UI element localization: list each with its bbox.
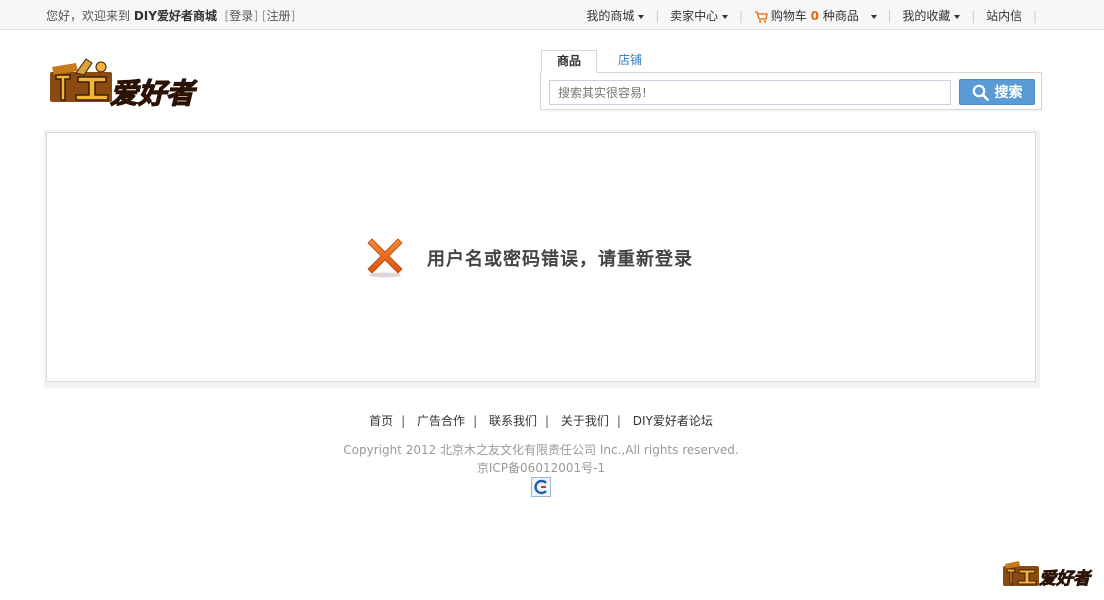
register-link[interactable]: 注册 (267, 9, 291, 23)
search-input[interactable] (549, 80, 951, 105)
footer-link-home[interactable]: 首页 (369, 414, 393, 428)
search-area: 商品 店铺 搜索 (540, 50, 1042, 110)
favorites-menu[interactable]: 我的收藏 (902, 7, 961, 24)
cart-count: 0 (810, 9, 820, 23)
search-button[interactable]: 搜索 (959, 79, 1035, 105)
corner-logo: 爱好者 (1003, 561, 1093, 589)
verification-badge-icon[interactable] (531, 477, 551, 497)
footer-nav: 首页 | 广告合作 | 联系我们 | 关于我们 | DIY爱好者论坛 (369, 414, 713, 428)
chevron-down-icon (722, 14, 729, 19)
chevron-down-icon (870, 14, 877, 19)
welcome-area: 您好，欢迎来到 DIY爱好者商城 [登录] [注册] (46, 9, 296, 23)
seller-center-menu[interactable]: 卖家中心 (670, 7, 729, 24)
svg-text:爱好者: 爱好者 (1039, 569, 1093, 589)
error-x-icon (367, 238, 403, 278)
footer-link-contact[interactable]: 联系我们 (489, 414, 537, 428)
messages-link[interactable]: 站内信 (986, 7, 1022, 24)
tab-products[interactable]: 商品 (541, 50, 597, 73)
icp-number[interactable]: 京ICP备06012001号-1 (0, 459, 1082, 476)
cart-icon (754, 10, 768, 23)
site-logo[interactable]: 爱好者 (46, 55, 216, 113)
my-mall-menu[interactable]: 我的商城 (586, 7, 645, 24)
copyright-text: Copyright 2012 北京木之友文化有限责任公司 Inc.,All ri… (343, 443, 739, 457)
search-icon (972, 84, 989, 101)
search-box: 搜索 (540, 72, 1042, 110)
logo-mark (50, 58, 112, 102)
footer-link-forum[interactable]: DIY爱好者论坛 (633, 414, 713, 428)
logo-text: 爱好者 (110, 77, 198, 110)
user-nav: 我的商城 | 卖家中心 | 购物车 0 种商品 | 我的收藏 | 站内信 | (586, 7, 1037, 24)
login-link[interactable]: 登录 (229, 9, 253, 23)
error-message: 用户名或密码错误，请重新登录 (427, 249, 693, 270)
chevron-down-icon (954, 14, 961, 19)
message-panel: 用户名或密码错误，请重新登录 (46, 132, 1036, 382)
site-name: DIY爱好者商城 (133, 9, 217, 23)
greeting-text: 您好，欢迎来到 (46, 9, 131, 23)
cart-menu[interactable]: 购物车 0 种商品 (754, 7, 877, 24)
chevron-down-icon (638, 14, 645, 19)
footer-link-ads[interactable]: 广告合作 (417, 414, 465, 428)
tab-shops[interactable]: 店铺 (602, 50, 658, 73)
footer-link-about[interactable]: 关于我们 (561, 414, 609, 428)
top-bar: 您好，欢迎来到 DIY爱好者商城 [登录] [注册] 我的商城 | 卖家中心 |… (0, 0, 1104, 30)
